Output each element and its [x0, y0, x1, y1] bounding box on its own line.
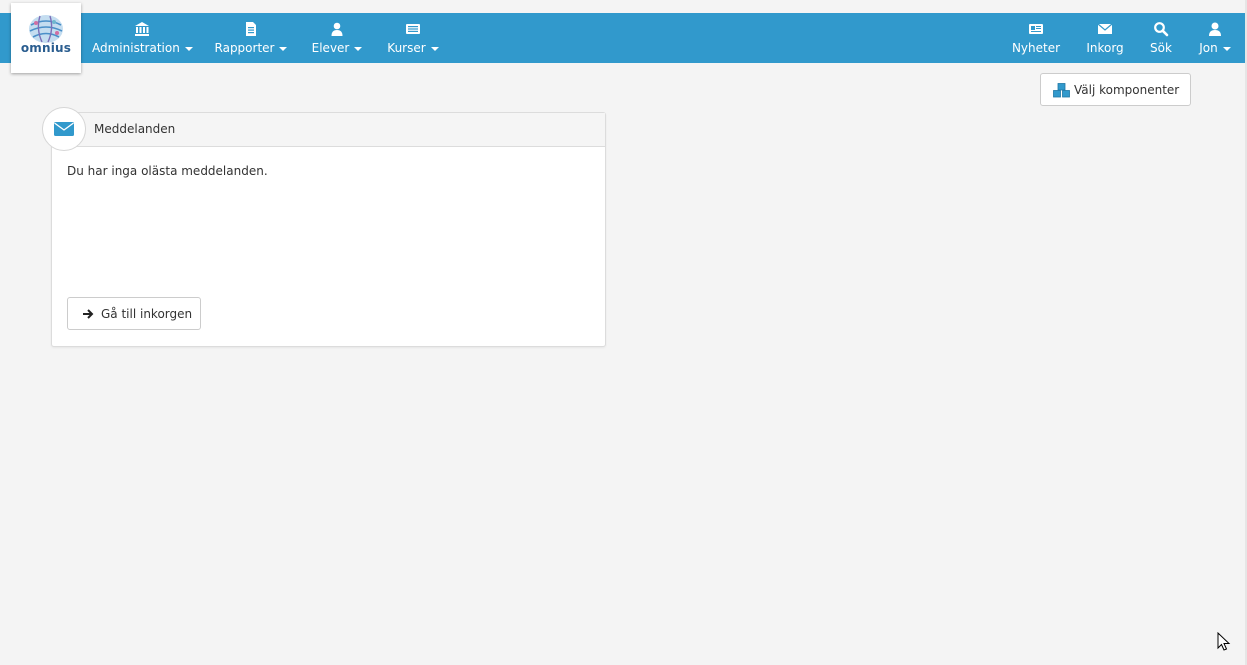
nav-administration-label: Administration [92, 41, 180, 55]
caret-down-icon [184, 46, 193, 51]
list-icon [406, 24, 420, 34]
nav-kurser[interactable]: Kurser [385, 13, 441, 63]
cubes-icon [1053, 83, 1070, 98]
logo-text: omnius [20, 41, 72, 55]
envelope-icon [54, 122, 74, 136]
search-icon [1154, 22, 1169, 37]
caret-down-icon [1222, 46, 1231, 51]
nav-inkorg[interactable]: Inkorg [1083, 13, 1127, 63]
choose-components-label: Välj komponenter [1074, 83, 1180, 97]
nav-nyheter[interactable]: Nyheter [1011, 13, 1061, 63]
nav-sok[interactable]: Sök [1145, 13, 1177, 63]
choose-components-button[interactable]: Välj komponenter [1040, 73, 1191, 106]
document-icon [246, 22, 256, 36]
panel-message: Du har inga olästa meddelanden. [67, 164, 268, 178]
go-to-inbox-label: Gå till inkorgen [101, 307, 193, 321]
go-to-inbox-button[interactable]: Gå till inkorgen [67, 297, 201, 330]
nav-sok-label: Sök [1150, 41, 1172, 55]
user-icon [1209, 22, 1221, 36]
nav-nyheter-label: Nyheter [1011, 41, 1061, 55]
top-strip [0, 0, 1247, 13]
nav-user-label: Jon [1199, 41, 1218, 55]
panel-header: Meddelanden [52, 113, 605, 147]
nav-inkorg-label: Inkorg [1086, 41, 1124, 55]
caret-down-icon [279, 46, 288, 51]
caret-down-icon [354, 46, 363, 51]
omnius-logo[interactable]: omnius [11, 3, 81, 73]
envelope-icon [1097, 23, 1113, 34]
user-icon [331, 22, 343, 36]
caret-down-icon [430, 46, 439, 51]
bank-icon [135, 22, 149, 36]
arrow-right-icon [83, 309, 94, 319]
nav-elever[interactable]: Elever [309, 13, 365, 63]
nav-rapporter-label: Rapporter [214, 41, 275, 55]
nav-rapporter[interactable]: Rapporter [213, 13, 289, 63]
messages-panel: Meddelanden Du har inga olästa meddeland… [51, 112, 606, 347]
mouse-cursor-icon [1217, 632, 1231, 651]
nav-kurser-label: Kurser [387, 41, 426, 55]
panel-badge [42, 107, 86, 151]
panel-title: Meddelanden [94, 122, 176, 136]
nav-user-jon[interactable]: Jon [1196, 13, 1234, 63]
nav-administration[interactable]: Administration [92, 13, 193, 63]
nav-elever-label: Elever [311, 41, 350, 55]
newspaper-icon [1029, 24, 1043, 34]
